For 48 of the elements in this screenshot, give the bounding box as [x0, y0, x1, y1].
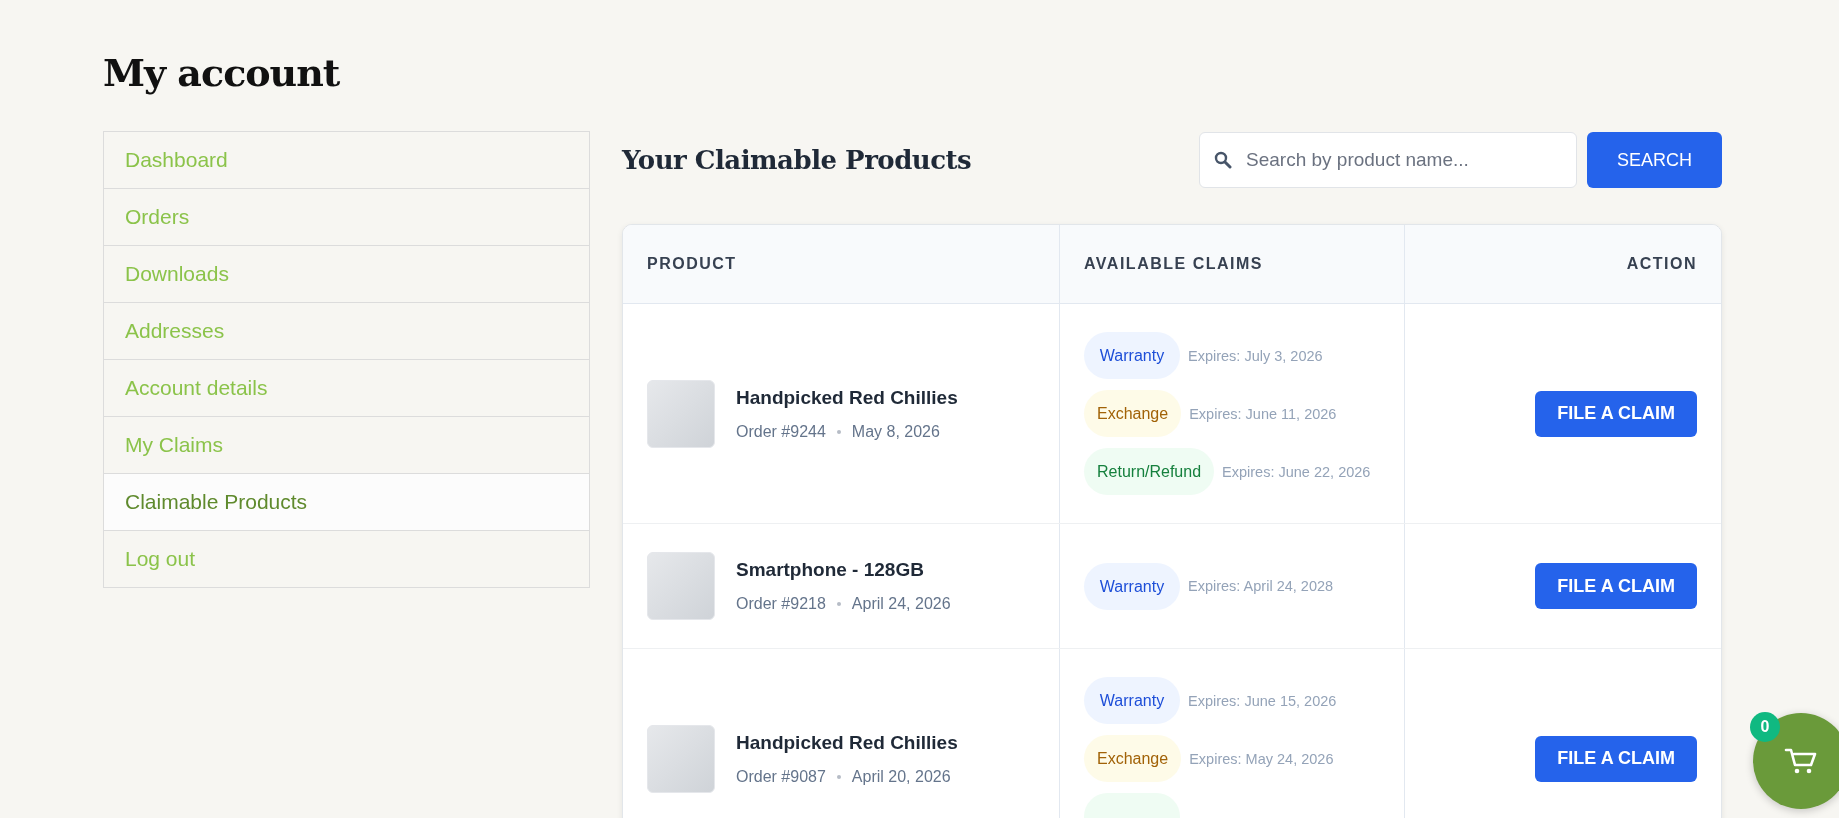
search-field[interactable]: Search by product name...: [1199, 132, 1577, 188]
expiry-date: Expires: May 24, 2026: [1189, 750, 1334, 767]
expiry-date: Expires: June 11, 2026: [1189, 405, 1337, 422]
file-claim-button[interactable]: FILE A CLAIM: [1535, 735, 1697, 782]
claim-badge: Exchange: [1084, 735, 1182, 782]
product-name: Handpicked Red Chillies: [736, 731, 958, 754]
photo-placeholder: [647, 379, 715, 448]
file-claim-button[interactable]: FILE A CLAIM: [1535, 390, 1697, 437]
order-number: Order #9087: [736, 767, 826, 786]
order-number: Order #9244: [736, 422, 826, 441]
expiry-date: Expires: April 24, 2028: [1188, 578, 1334, 594]
nav-item[interactable]: Addresses: [104, 302, 589, 359]
order-date: April 24, 2026: [851, 595, 951, 613]
expiry-date: Expires: June 22, 2026: [1222, 463, 1371, 480]
nav-item[interactable]: Dashboard: [104, 132, 589, 188]
section-title: Your Claimable Products: [622, 145, 973, 175]
order-date: April 20, 2026: [851, 767, 951, 786]
separator-dot: [836, 774, 841, 779]
column-header: PRODUCT: [623, 225, 1060, 304]
cart-button[interactable]: [1753, 713, 1839, 809]
nav-item[interactable]: Downloads: [104, 245, 589, 302]
search-icon: [1214, 151, 1232, 169]
cart-icon: [1784, 746, 1818, 776]
product-name: Handpicked Red Chillies: [736, 386, 958, 409]
nav-item[interactable]: Orders: [104, 188, 589, 245]
claim-badge: Warranty: [1084, 677, 1180, 724]
claim-badge: Return/Refund: [1084, 448, 1215, 495]
nav-item[interactable]: Log out: [104, 530, 589, 587]
file-claim-button[interactable]: FILE A CLAIM: [1535, 563, 1697, 609]
column-header: ACTION: [1404, 225, 1721, 304]
claim-badge: Exchange: [1084, 390, 1182, 437]
photo-placeholder: [647, 552, 715, 620]
order-date: May 8, 2026: [851, 422, 940, 441]
product-name: Smartphone - 128GB: [736, 559, 925, 581]
nav-item[interactable]: Account details: [104, 359, 589, 416]
column-header: AVAILABLE CLAIMS: [1059, 225, 1405, 304]
nav-item[interactable]: Claimable Products: [104, 473, 589, 530]
photo-placeholder: [647, 724, 715, 793]
claim-badge: Warranty: [1084, 562, 1180, 610]
claim-badge: Warranty: [1084, 332, 1180, 379]
page-title: My account: [103, 50, 341, 95]
expiry-date: Expires: June 15, 2026: [1188, 692, 1337, 709]
order-number: Order #9218: [736, 595, 826, 613]
cart-count-badge: 0: [1750, 712, 1780, 742]
search-button[interactable]: SEARCH: [1587, 132, 1722, 188]
separator-dot: [836, 429, 841, 434]
separator-dot: [836, 602, 841, 606]
expiry-date: Expires: July 3, 2026: [1188, 347, 1323, 364]
